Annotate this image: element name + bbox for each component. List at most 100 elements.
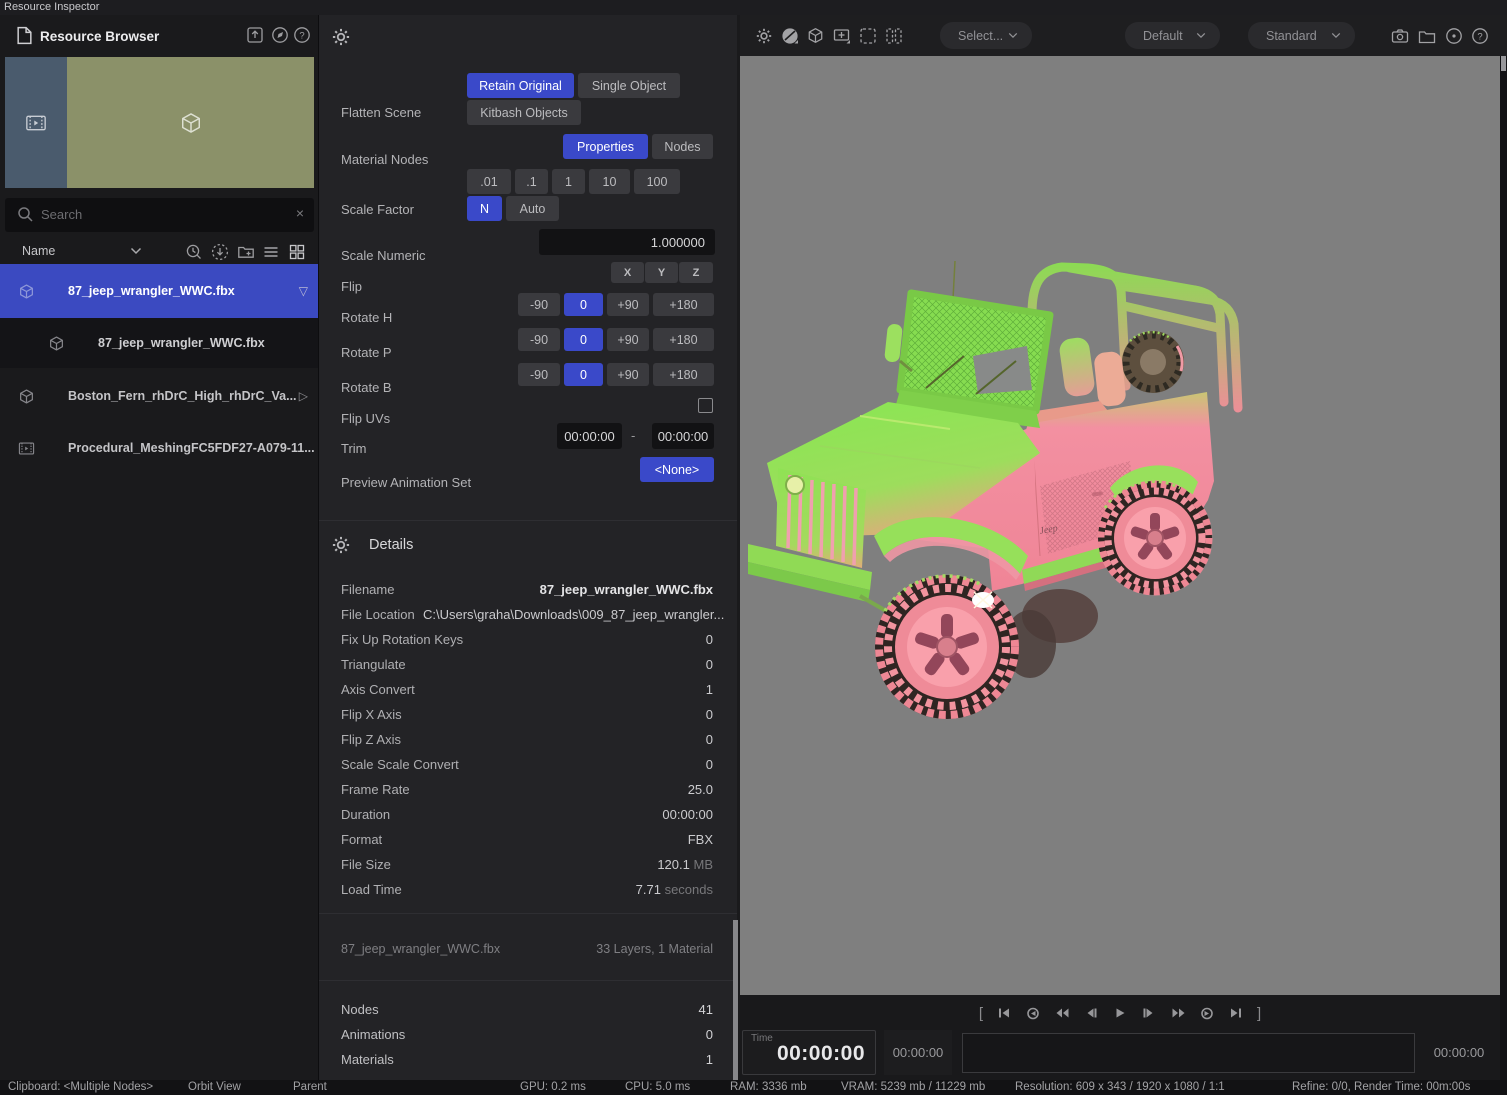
scale-n-button[interactable]: N (467, 196, 502, 221)
clear-search-icon[interactable]: × (296, 205, 304, 221)
chevron-down-icon (1196, 32, 1206, 39)
rotate-h-plus180-button[interactable]: +180 (653, 293, 714, 316)
detail-value: 00:00:00 (662, 807, 713, 822)
rotate-b-0-button[interactable]: 0 (564, 363, 603, 386)
rotate-h-0-button[interactable]: 0 (564, 293, 603, 316)
scale-1-button[interactable]: .1 (515, 169, 548, 194)
flip-x-button[interactable]: X (611, 262, 644, 283)
list-item-jeep-child[interactable]: 87_jeep_wrangler_WWC.fbx (0, 318, 318, 368)
select-dropdown-label: Select... (958, 29, 1003, 43)
thumbnail-procedural[interactable] (5, 57, 67, 188)
select-dropdown[interactable]: Select... (940, 22, 1032, 49)
stat-label: Animations (341, 1027, 405, 1042)
scale-auto-button[interactable]: Auto (506, 196, 559, 221)
shading-mode-icon[interactable] (781, 27, 800, 46)
resource-browser-panel: Resource Browser ? Search × (0, 15, 318, 1080)
flatten-kitbash-objects-button[interactable]: Kitbash Objects (467, 100, 581, 125)
zoom-history-icon[interactable] (185, 243, 203, 261)
viewport-scrollbar[interactable] (1500, 56, 1507, 1080)
flip-uvs-checkbox[interactable] (698, 398, 713, 413)
flip-y-button[interactable]: Y (645, 262, 678, 283)
gear-icon[interactable] (332, 28, 350, 46)
rotate-h-plus90-button[interactable]: +90 (607, 293, 649, 316)
rotate-p-plus180-button[interactable]: +180 (653, 328, 714, 351)
scale-numeric-input[interactable]: 1.000000 (539, 229, 715, 255)
time-end: 00:00:00 (1420, 1030, 1498, 1075)
list-view-icon[interactable] (262, 243, 280, 261)
detail-value: FBX (688, 832, 713, 847)
camera-preset-dropdown[interactable]: Default (1125, 22, 1220, 49)
cube-icon (48, 335, 65, 352)
expand-icon[interactable]: ▷ (299, 389, 308, 403)
marquee-select-icon[interactable] (859, 27, 877, 45)
step-back-button[interactable] (1083, 1006, 1099, 1020)
preview-animation-set-button[interactable]: <None> (640, 457, 714, 482)
pin-icon[interactable] (271, 26, 289, 44)
list-item-label: 87_jeep_wrangler_WWC.fbx (98, 336, 265, 350)
search-placeholder: Search (41, 207, 82, 222)
camera-icon[interactable] (1391, 28, 1409, 44)
collapse-icon[interactable]: ▽ (299, 284, 308, 298)
cube-display-icon[interactable] (807, 27, 824, 44)
status-vram: VRAM: 5239 mb / 11229 mb (841, 1081, 985, 1093)
help-icon[interactable]: ? (293, 26, 311, 44)
flatten-single-object-button[interactable]: Single Object (578, 73, 680, 98)
trim-to-input[interactable]: 00:00:00 (652, 423, 714, 449)
viewport-scrollbar-thumb[interactable] (1501, 56, 1506, 71)
list-item-jeep[interactable]: 87_jeep_wrangler_WWC.fbx ▽ (0, 264, 318, 318)
shading-preset-dropdown[interactable]: Standard (1248, 22, 1355, 49)
window-titlebar: Resource Inspector (0, 0, 1507, 15)
rewind-button[interactable] (1054, 1006, 1070, 1020)
chevron-down-icon[interactable] (130, 247, 142, 255)
time-current[interactable]: 00:00:00 (884, 1030, 952, 1075)
list-item-label: Boston_Fern_rhDrC_High_rhDrC_Va... (68, 389, 297, 403)
detail-value: 25.0 (688, 782, 713, 797)
play-loop-button[interactable] (1199, 1006, 1215, 1020)
export-icon[interactable] (246, 26, 264, 44)
new-folder-icon[interactable] (237, 243, 255, 261)
viewport-canvas[interactable]: Jeep (740, 56, 1500, 995)
play-button[interactable] (1112, 1006, 1128, 1020)
detail-label: Flip Z Axis (341, 732, 401, 747)
detail-label: Load Time (341, 882, 402, 897)
flip-z-button[interactable]: Z (679, 262, 713, 283)
scale-one-button[interactable]: 1 (552, 169, 585, 194)
trim-separator: - (631, 428, 635, 443)
rotate-p-plus90-button[interactable]: +90 (607, 328, 649, 351)
rotate-h-minus90-button[interactable]: -90 (518, 293, 560, 316)
download-icon[interactable] (211, 243, 229, 261)
rotate-b-plus90-button[interactable]: +90 (607, 363, 649, 386)
timeline-track[interactable] (962, 1033, 1415, 1073)
help-icon[interactable]: ? (1471, 27, 1489, 45)
material-properties-button[interactable]: Properties (563, 134, 648, 159)
time-display[interactable]: Time 00:00:00 (742, 1030, 876, 1075)
list-item-procedural[interactable]: Procedural_MeshingFC5FDF27-A079-11... (0, 424, 318, 472)
rotate-p-0-button[interactable]: 0 (564, 328, 603, 351)
skip-start-button[interactable] (996, 1006, 1012, 1020)
record-icon[interactable] (1445, 27, 1463, 45)
gear-icon[interactable] (756, 28, 772, 44)
display-options-icon[interactable] (833, 27, 852, 46)
rotate-b-plus180-button[interactable]: +180 (653, 363, 714, 386)
step-forward-button[interactable] (1141, 1006, 1157, 1020)
scale-01-button[interactable]: .01 (467, 169, 511, 194)
skip-end-button[interactable] (1228, 1006, 1244, 1020)
search-input[interactable]: Search × (5, 198, 314, 232)
trim-from-input[interactable]: 00:00:00 (557, 423, 622, 449)
flatten-retain-original-button[interactable]: Retain Original (467, 73, 574, 98)
scrollbar-thumb[interactable] (733, 920, 738, 1080)
stat-value: 1 (706, 1052, 713, 1067)
sort-by-label[interactable]: Name (22, 244, 55, 258)
list-item-fern[interactable]: Boston_Fern_rhDrC_High_rhDrC_Va... ▷ (0, 372, 318, 420)
rotate-b-minus90-button[interactable]: -90 (518, 363, 560, 386)
thumbnail-jeep[interactable] (67, 57, 314, 188)
split-view-icon[interactable] (885, 27, 903, 45)
rotate-p-minus90-button[interactable]: -90 (518, 328, 560, 351)
scale-10-button[interactable]: 10 (589, 169, 630, 194)
play-reverse-loop-button[interactable] (1025, 1006, 1041, 1020)
fast-forward-button[interactable] (1170, 1006, 1186, 1020)
scale-100-button[interactable]: 100 (634, 169, 680, 194)
grid-view-icon[interactable] (288, 243, 306, 261)
material-nodes-button[interactable]: Nodes (652, 134, 713, 159)
folder-icon[interactable] (1418, 30, 1436, 44)
